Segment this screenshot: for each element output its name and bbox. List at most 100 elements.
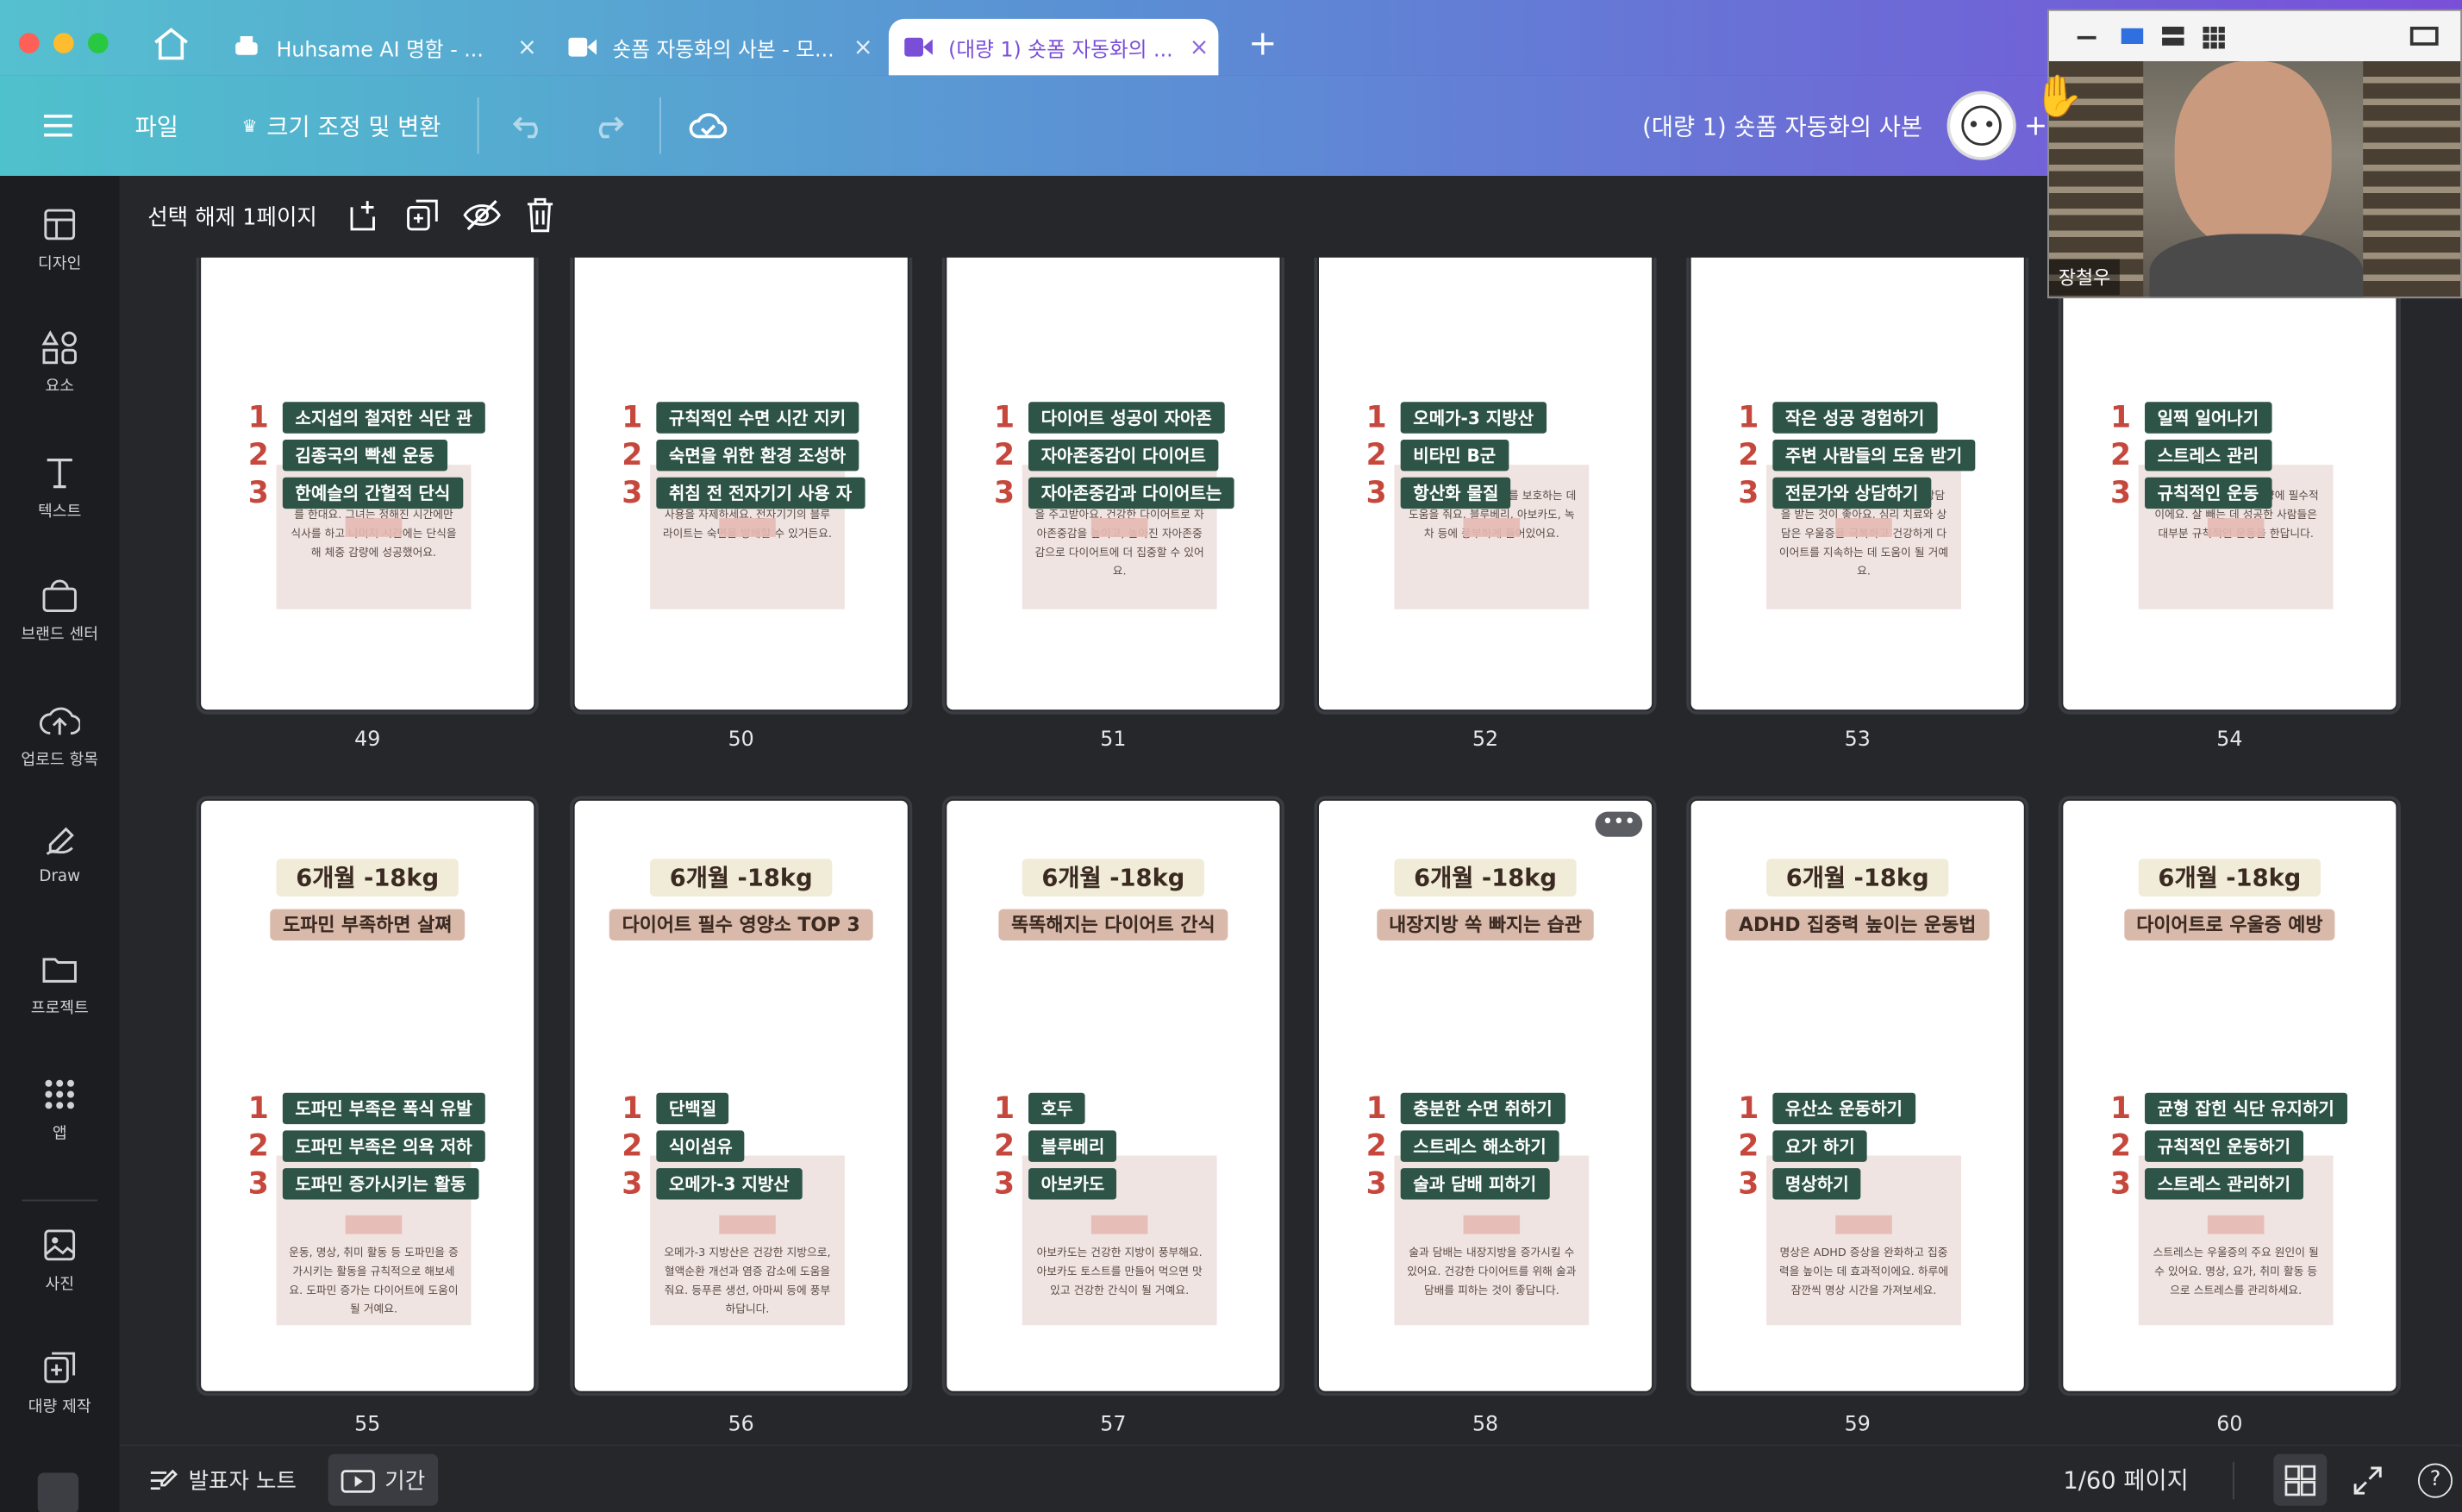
page-number: 53 xyxy=(1844,728,1871,753)
page-thumbnail[interactable]: 항산화 물질은 뇌 세포를 보호하는 데 도움을 줘요. 블루베리, 아보카도,… xyxy=(1314,257,1657,715)
more-options-icon[interactable]: ••• xyxy=(1595,811,1643,837)
page-thumbnail[interactable]: 한예슬은 간헐적 단식으로 몸매 관리를 한대요. 그녀는 정해진 시간에만 식… xyxy=(196,257,539,715)
list-item: 명상하기 xyxy=(1772,1168,1862,1200)
list-number: 3 xyxy=(1365,475,1387,510)
list-item: 취침 전 전자기기 사용 자 xyxy=(656,477,865,509)
sidebar-item-projects[interactable]: 프로젝트 xyxy=(0,952,119,1017)
page-thumbnail[interactable]: 다이어트와 자아존중감은 서로 영향을 주고받아요. 건강한 다이어트로 자아존… xyxy=(941,257,1284,715)
page-thumbnail[interactable]: 6개월 -18kg 도파민 부족하면 살쪄 운동, 명상, 취미 활동 등 도파민을… xyxy=(196,796,539,1396)
menu-icon[interactable] xyxy=(43,75,72,176)
sidebar-item-text[interactable]: 텍스트 xyxy=(0,455,119,522)
page-number: 57 xyxy=(1100,1413,1127,1437)
list-item: 호두 xyxy=(1028,1092,1086,1125)
strip-view-icon[interactable] xyxy=(2162,26,2184,46)
list-number: 1 xyxy=(1738,400,1759,435)
page-thumbnail[interactable]: 6개월 -18kg 똑똑해지는 다이어트 간식 아보카도는 건강한 지방이 풍부해요… xyxy=(941,796,1284,1396)
document-title[interactable]: (대량 1) 숏폼 자동화의 사본 xyxy=(1642,75,1922,176)
gallery-view-icon[interactable] xyxy=(2203,25,2225,55)
list-item: 한예슬의 간헐적 단식 xyxy=(282,477,463,509)
page-number: 49 xyxy=(354,728,381,753)
tab-bulk-shortform[interactable]: (대량 1) 숏폼 자동화의 ... × xyxy=(888,18,1219,76)
help-icon[interactable]: ? xyxy=(2417,1463,2453,1498)
add-page-icon[interactable] xyxy=(346,197,380,238)
page-thumbnail[interactable]: 6개월 -18kg ADHD 집중력 높이는 운동법 명상은 ADHD 증상을 완화… xyxy=(1686,796,2029,1396)
tab-shortform-copy[interactable]: 숏폼 자동화의 사본 - 모... × xyxy=(553,19,882,76)
folder-icon xyxy=(42,958,77,983)
page-number: 50 xyxy=(728,728,754,753)
hide-page-icon[interactable] xyxy=(461,197,502,238)
maximize-window-icon[interactable] xyxy=(87,33,109,53)
page-thumbnail[interactable]: 6개월 -18kg 다이어트 필수 영양소 TOP 3 오메가-3 지방산은 건강한… xyxy=(570,796,913,1396)
presenter-notes-button[interactable]: 발표자 노트 xyxy=(147,1446,297,1512)
page-counter[interactable]: 1/60 페이지 xyxy=(2063,1446,2188,1512)
list-item: 자아존중감이 다이어트 xyxy=(1028,439,1219,472)
profile-thumbnail[interactable] xyxy=(37,1472,79,1512)
tape-decoration xyxy=(2207,1215,2265,1234)
list-numbers: 123 xyxy=(2110,399,2131,512)
page-thumbnail[interactable]: 6개월 -18kg 내장지방 쏙 빠지는 습관 술과 담배는 내장지방을 증가시킬 … xyxy=(1314,796,1657,1396)
undo-icon[interactable] xyxy=(512,75,547,176)
page-number: 56 xyxy=(728,1413,754,1437)
pop-out-icon[interactable] xyxy=(2409,26,2439,46)
list-item: 김종국의 빡센 운동 xyxy=(282,439,447,472)
page-thumbnail[interactable]: 규칙적인 운동은 체중 감량에 필수적이에요. 살 빼는 데 성공한 사람들은 … xyxy=(2058,257,2401,715)
resize-button[interactable]: ♛ 크기 조정 및 변환 xyxy=(241,75,441,176)
sidebar-item-draw[interactable]: Draw xyxy=(0,826,119,885)
file-menu[interactable]: 파일 xyxy=(135,75,178,176)
grid-view-icon[interactable] xyxy=(2273,1453,2328,1506)
list-number: 2 xyxy=(247,1128,269,1164)
sidebar-item-bulk-create[interactable]: 대량 제작 xyxy=(0,1350,119,1416)
page-thumbnail[interactable]: 취침 전 TV, 스마트폰, 컴퓨터 등의 사용을 자제하세요. 전자기기의 블… xyxy=(570,257,913,715)
sidebar-item-uploads[interactable]: 업로드 항목 xyxy=(0,703,119,769)
tape-decoration xyxy=(719,518,776,537)
close-window-icon[interactable] xyxy=(18,33,40,53)
list-number: 3 xyxy=(2109,1166,2132,1202)
timer-label: 기간 xyxy=(384,1468,426,1495)
duplicate-page-icon[interactable] xyxy=(405,197,440,238)
tape-decoration xyxy=(1090,518,1148,537)
cloud-saved-icon[interactable] xyxy=(689,75,728,176)
sidebar-item-design[interactable]: 디자인 xyxy=(0,207,119,273)
sidebar-item-brand[interactable]: 브랜드 센터 xyxy=(0,578,119,644)
page-thumbnail[interactable]: 6개월 -18kg 다이어트로 우울증 예방 스트레스는 우울증의 주요 원인이 될… xyxy=(2058,796,2401,1396)
close-tab-icon[interactable]: × xyxy=(1190,33,1209,61)
sidebar-label: 대량 제작 xyxy=(28,1398,91,1416)
fullscreen-icon[interactable] xyxy=(2352,1465,2383,1503)
home-icon[interactable] xyxy=(151,25,191,69)
tape-decoration xyxy=(345,1215,403,1234)
sidebar-item-elements[interactable]: 요소 xyxy=(0,329,119,396)
divider xyxy=(659,97,661,154)
page-heading-text: 6개월 -18kg xyxy=(650,859,832,897)
bottom-bar: 발표자 노트 기간 1/60 페이지 ? xyxy=(119,1444,2462,1512)
page-number: 58 xyxy=(1472,1413,1499,1437)
pen-draw-icon xyxy=(46,827,74,856)
page-thumbnail[interactable]: 우울증이 심각하다면 전문가와 상담을 받는 것이 좋아요. 심리 치료와 상담… xyxy=(1686,257,2029,715)
participant-body-image xyxy=(2149,234,2364,297)
list-number: 1 xyxy=(1738,1090,1759,1126)
printer-icon xyxy=(233,35,261,58)
tab-business-card[interactable]: Huhsame AI 명함 - ... × xyxy=(216,19,546,76)
list-number: 3 xyxy=(993,1166,1015,1202)
sidebar-item-photos[interactable]: 사진 xyxy=(0,1228,119,1294)
list-numbers: 123 xyxy=(994,399,1015,512)
avatar[interactable] xyxy=(1946,91,2016,160)
list-item: 비타민 B군 xyxy=(1400,439,1509,472)
deselect-label[interactable]: 선택 해제 1페이지 xyxy=(147,201,317,232)
redo-icon[interactable] xyxy=(591,75,625,176)
sidebar-item-apps[interactable]: 앱 xyxy=(0,1077,119,1143)
page-heading-text: 6개월 -18kg xyxy=(1766,859,1948,897)
delete-page-icon[interactable] xyxy=(524,197,555,241)
minimize-window-icon[interactable] xyxy=(53,33,74,53)
timer-button[interactable]: 기간 xyxy=(328,1453,438,1506)
page-heading: 6개월 -18kg xyxy=(575,859,908,897)
video-call-window[interactable]: 장철우 ✋ xyxy=(2034,9,2462,299)
list-item: 스트레스 관리하기 xyxy=(2145,1168,2303,1200)
sidebar-label: 요소 xyxy=(45,378,74,396)
new-tab-icon[interactable]: + xyxy=(1248,25,1278,65)
minimize-icon[interactable] xyxy=(2077,35,2096,40)
page-heading-text: 6개월 -18kg xyxy=(2139,859,2321,897)
page-subheading: 다이어트 필수 영양소 TOP 3 xyxy=(575,908,908,941)
speaker-view-icon[interactable] xyxy=(2121,28,2144,44)
close-tab-icon[interactable]: × xyxy=(517,33,537,61)
close-tab-icon[interactable]: × xyxy=(853,33,873,61)
